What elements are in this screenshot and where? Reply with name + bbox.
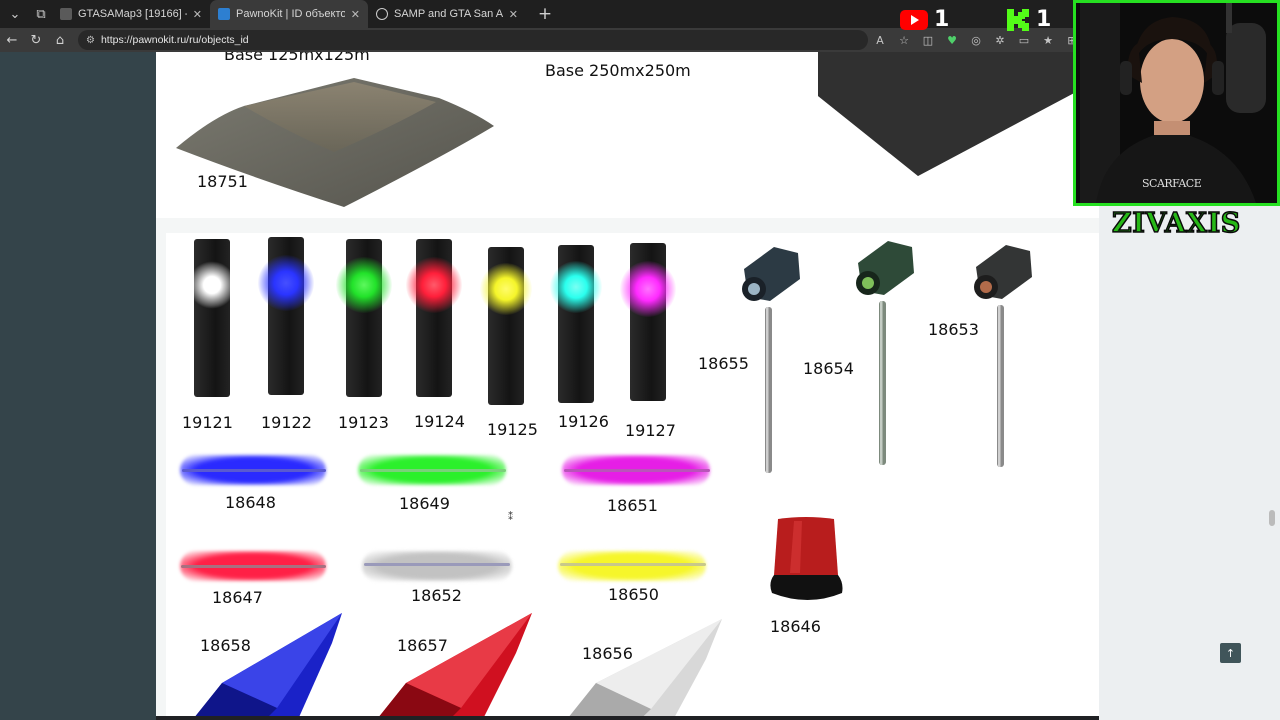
tab-title: GTASAMap3 [19166] - object of SA: [78, 8, 187, 20]
lamp-glow: [406, 257, 462, 313]
kick-icon: [1007, 8, 1029, 31]
lamp-19124[interactable]: [406, 239, 462, 397]
base-125-label: Base 125mx125m: [224, 52, 370, 64]
light-bar-core: [364, 563, 510, 566]
tab-title: SAMP and GTA San Andreas textu: [394, 8, 503, 20]
light-bar-core: [360, 469, 506, 472]
object-id-19123: 19123: [338, 413, 389, 432]
spotlight-18653[interactable]: [964, 237, 1036, 469]
objects-card: 19121 19122 19123 19124 19125 19126 1912…: [166, 233, 1099, 716]
youtube-icon: [900, 9, 928, 30]
page-scrollbar-thumb[interactable]: [1269, 510, 1275, 526]
object-id-18651: 18651: [607, 496, 658, 515]
lamp-glow: [188, 261, 236, 309]
tab-pawnokit[interactable]: PawnoKit | ID объектов в SAMP ✕: [210, 0, 368, 28]
terrain-card: Base 125mx125m Base 250mx250m 18751: [156, 52, 1099, 218]
tab-gtasamap[interactable]: GTASAMap3 [19166] - object of SA ✕: [52, 0, 210, 28]
close-tab-icon[interactable]: ✕: [351, 8, 360, 21]
lamp-glow: [620, 261, 676, 317]
terrain-250-image[interactable]: [818, 52, 1099, 178]
lamp-glow: [550, 261, 602, 313]
favorites-icon[interactable]: ★: [1036, 34, 1060, 47]
tab-title: PawnoKit | ID объектов в SAMP: [236, 8, 345, 20]
lamp-glow: [258, 255, 314, 311]
site-info-icon[interactable]: ⚙: [86, 35, 95, 46]
gtasamap-favicon: [60, 8, 72, 20]
object-id-18646: 18646: [770, 617, 821, 636]
lamp-19125[interactable]: [480, 247, 532, 405]
lamp-glow: [336, 257, 392, 313]
shirt-print: SCARFACE: [1142, 177, 1202, 190]
object-id-19127: 19127: [625, 421, 676, 440]
crystal-18658[interactable]: [182, 613, 352, 716]
object-id-19126: 19126: [558, 412, 609, 431]
close-tab-icon[interactable]: ✕: [193, 8, 202, 21]
lamp-19121[interactable]: [188, 239, 236, 397]
extensions-puzzle-icon[interactable]: ✲: [988, 34, 1012, 47]
object-id-18656: 18656: [582, 644, 633, 663]
youtube-counter: 1: [900, 7, 949, 32]
object-id-18658: 18658: [200, 636, 251, 655]
mouse-cursor: ⁑: [508, 512, 513, 523]
object-id-18649: 18649: [399, 494, 450, 513]
url-text: https://pawnokit.ru/ru/objects_id: [100, 34, 249, 46]
object-id-19125: 19125: [487, 420, 538, 439]
object-id-18648: 18648: [225, 493, 276, 512]
object-id-18652: 18652: [411, 586, 462, 605]
left-panel: [0, 52, 156, 720]
url-field[interactable]: ⚙ https://pawnokit.ru/ru/objects_id: [78, 30, 868, 50]
light-bar-core: [181, 565, 326, 568]
translate-icon[interactable]: A: [868, 34, 892, 47]
siren-18646[interactable]: [770, 517, 846, 607]
lamp-19127[interactable]: [620, 243, 676, 401]
object-id-18647: 18647: [212, 588, 263, 607]
tab-search-icon[interactable]: ⌄: [4, 3, 26, 25]
crystal-18656[interactable]: [556, 619, 726, 716]
light-bar-core: [560, 563, 706, 566]
object-id-18650: 18650: [608, 585, 659, 604]
light-bar-core: [182, 469, 326, 472]
youtube-count: 1: [934, 7, 950, 32]
lamp-19122[interactable]: [258, 237, 314, 395]
globe-icon: [376, 8, 388, 20]
light-bar-core: [564, 469, 710, 472]
lamp-19123[interactable]: [336, 239, 392, 397]
light-bar-18650[interactable]: [558, 551, 706, 581]
kick-counter: 1: [1006, 7, 1051, 32]
extension-green-icon[interactable]: ♥: [940, 34, 964, 47]
reload-icon[interactable]: ↻: [24, 33, 48, 48]
streamer-image: [1076, 3, 1277, 203]
spotlight-18654[interactable]: [846, 233, 918, 467]
kick-count: 1: [1036, 7, 1052, 32]
back-icon[interactable]: ←: [0, 33, 24, 48]
light-bar-18652[interactable]: [362, 551, 512, 581]
object-id-18751: 18751: [197, 172, 248, 191]
object-id-19124: 19124: [414, 412, 465, 431]
object-id-18654: 18654: [803, 359, 854, 378]
object-id-18657: 18657: [397, 636, 448, 655]
browser-window: ⌄ ⧉ GTASAMap3 [19166] - object of SA ✕ P…: [0, 0, 1280, 720]
workspaces-icon[interactable]: ⧉: [30, 3, 52, 25]
lamp-glow: [480, 263, 532, 315]
object-id-18653: 18653: [928, 320, 979, 339]
object-id-19121: 19121: [182, 413, 233, 432]
favorite-star-icon[interactable]: ☆: [892, 34, 916, 47]
tab-samp-textures[interactable]: SAMP and GTA San Andreas textu ✕: [368, 0, 526, 28]
extension-icon[interactable]: ◫: [916, 34, 940, 47]
object-id-18655: 18655: [698, 354, 749, 373]
crystal-18657[interactable]: [366, 613, 536, 716]
extension-icon[interactable]: ◎: [964, 34, 988, 47]
pawnokit-favicon: [218, 8, 230, 20]
object-id-19122: 19122: [261, 413, 312, 432]
streamer-name: ZIVAXIS: [1111, 207, 1241, 240]
scroll-to-top-button[interactable]: ↑: [1220, 643, 1241, 663]
home-icon[interactable]: ⌂: [48, 33, 72, 48]
objects-content: Base 125mx125m Base 250mx250m 18751 1912…: [156, 52, 1099, 716]
base-250-label: Base 250mx250m: [545, 61, 691, 80]
lamp-19126[interactable]: [550, 245, 602, 403]
split-screen-icon[interactable]: ▭: [1012, 34, 1036, 47]
webcam-overlay: SCARFACE: [1073, 0, 1280, 206]
close-tab-icon[interactable]: ✕: [509, 8, 518, 21]
new-tab-button[interactable]: +: [534, 3, 556, 25]
